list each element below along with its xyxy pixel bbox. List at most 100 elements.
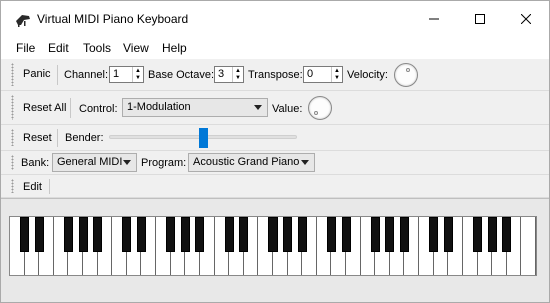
black-key[interactable] [34, 217, 44, 252]
toolbar-grip[interactable] [11, 155, 14, 170]
toolbar-grip[interactable] [11, 129, 14, 146]
menu-bar: File Edit Tools View Help [1, 37, 549, 59]
reset-button[interactable]: Reset [21, 130, 54, 146]
black-key[interactable] [385, 217, 395, 252]
black-key[interactable] [180, 217, 190, 252]
close-button[interactable] [503, 1, 549, 37]
black-key[interactable] [268, 217, 278, 252]
menu-help[interactable]: Help [162, 41, 187, 55]
piano-app-icon [16, 15, 30, 27]
spin-up-icon[interactable]: ▲ [233, 67, 243, 74]
toolbar-controller: Reset All Control: 1-Modulation Value: [1, 91, 549, 125]
control-value: 1-Modulation [127, 101, 191, 113]
bender-label: Bender: [65, 132, 104, 144]
toolbar-separator [49, 179, 50, 194]
black-key[interactable] [239, 217, 249, 252]
spin-down-icon[interactable]: ▼ [233, 74, 243, 81]
black-key[interactable] [93, 217, 103, 252]
minimize-icon [429, 18, 439, 20]
black-key[interactable] [195, 217, 205, 252]
menu-file[interactable]: File [16, 41, 35, 55]
spin-arrows[interactable]: ▲ ▼ [331, 67, 342, 82]
white-key[interactable] [521, 217, 536, 275]
dial-indicator [314, 111, 318, 115]
chevron-down-icon [301, 160, 309, 165]
toolbar-bender: Reset Bender: [1, 125, 549, 151]
chevron-down-icon [123, 160, 131, 165]
spin-arrows[interactable]: ▲ ▼ [132, 67, 143, 82]
menu-view[interactable]: View [123, 41, 149, 55]
channel-value: 1 [113, 68, 120, 80]
bank-value: General MIDI [57, 156, 123, 168]
toolbar-separator [57, 65, 58, 85]
edit-button[interactable]: Edit [21, 179, 44, 195]
menu-tools[interactable]: Tools [83, 41, 111, 55]
black-key[interactable] [297, 217, 307, 252]
panic-button[interactable]: Panic [21, 66, 53, 82]
value-dial[interactable] [308, 96, 332, 120]
spin-up-icon[interactable]: ▲ [133, 67, 143, 74]
black-key[interactable] [78, 217, 88, 252]
bank-combobox[interactable]: General MIDI [52, 153, 137, 172]
black-key[interactable] [122, 217, 132, 252]
channel-label: Channel: [64, 69, 109, 81]
window-title: Virtual MIDI Piano Keyboard [37, 12, 189, 26]
chevron-down-icon [254, 105, 262, 110]
control-label: Control: [79, 103, 118, 115]
control-combobox[interactable]: 1-Modulation [122, 98, 268, 117]
spin-down-icon[interactable]: ▼ [133, 74, 143, 81]
base-octave-label: Base Octave: [148, 69, 215, 81]
menu-edit[interactable]: Edit [48, 41, 69, 55]
velocity-dial[interactable] [394, 63, 418, 87]
program-value: Acoustic Grand Piano [193, 156, 300, 168]
value-label: Value: [272, 103, 303, 115]
toolbar-grip[interactable] [11, 95, 14, 120]
transpose-label: Transpose: [248, 69, 303, 81]
black-key[interactable] [502, 217, 512, 252]
black-key[interactable] [326, 217, 336, 252]
dial-indicator [406, 68, 410, 72]
close-icon [521, 14, 531, 24]
black-key[interactable] [166, 217, 176, 252]
black-key[interactable] [283, 217, 293, 252]
black-key[interactable] [63, 217, 73, 252]
base-octave-spinbox[interactable]: 3 ▲ ▼ [214, 66, 244, 83]
spin-down-icon[interactable]: ▼ [332, 74, 342, 81]
toolbar-program: Bank: General MIDI Program: Acoustic Gra… [1, 151, 549, 175]
transpose-spinbox[interactable]: 0 ▲ ▼ [303, 66, 343, 83]
program-label: Program: [141, 157, 187, 169]
toolbar-notes: Panic Channel: 1 ▲ ▼ Base Octave: 3 ▲ ▼ … [1, 59, 549, 91]
black-key[interactable] [136, 217, 147, 252]
black-key[interactable] [341, 217, 351, 252]
black-key[interactable] [224, 217, 234, 252]
spin-arrows[interactable]: ▲ ▼ [232, 67, 243, 82]
piano-keyboard[interactable] [9, 216, 537, 276]
maximize-button[interactable] [457, 1, 503, 37]
black-key[interactable] [20, 217, 30, 252]
black-key[interactable] [473, 217, 483, 252]
maximize-icon [475, 14, 485, 24]
transpose-value: 0 [307, 68, 314, 80]
black-key[interactable] [443, 217, 453, 252]
vmpk-window: Virtual MIDI Piano Keyboard File Edit To… [0, 0, 550, 303]
program-combobox[interactable]: Acoustic Grand Piano [188, 153, 315, 172]
title-bar[interactable]: Virtual MIDI Piano Keyboard [1, 1, 549, 37]
channel-spinbox[interactable]: 1 ▲ ▼ [109, 66, 144, 83]
black-key[interactable] [487, 217, 497, 252]
reset-all-button[interactable]: Reset All [21, 100, 68, 116]
toolbar-grip[interactable] [11, 179, 14, 193]
bank-label: Bank: [21, 157, 50, 169]
black-key[interactable] [399, 217, 410, 252]
toolbar-separator [70, 98, 71, 118]
bender-slider-handle[interactable] [199, 128, 208, 148]
toolbar-grip[interactable] [11, 63, 14, 86]
toolbar-separator [57, 129, 58, 147]
black-key[interactable] [370, 217, 380, 252]
piano-area [1, 198, 549, 302]
black-key[interactable] [429, 217, 439, 252]
velocity-label: Velocity: [347, 69, 388, 81]
spin-up-icon[interactable]: ▲ [332, 67, 342, 74]
minimize-button[interactable] [411, 1, 457, 37]
toolbar-edit: Edit [1, 175, 549, 198]
base-octave-value: 3 [218, 68, 225, 80]
